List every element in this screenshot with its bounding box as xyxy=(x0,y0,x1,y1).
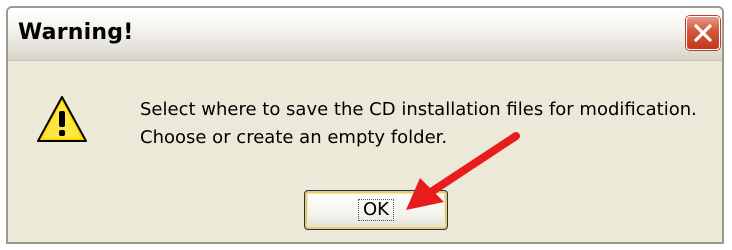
warning-dialog: Warning! Select where to save the CD ins… xyxy=(6,6,724,244)
warning-icon xyxy=(37,96,87,142)
message-line-1: Select where to save the CD installation… xyxy=(140,99,697,120)
dialog-title: Warning! xyxy=(18,20,134,45)
close-icon xyxy=(694,24,712,42)
message-line-2: Choose or create an empty folder. xyxy=(140,127,448,148)
close-button[interactable] xyxy=(686,16,720,50)
dialog-message: Select where to save the CD installation… xyxy=(140,96,697,152)
ok-button-label: OK xyxy=(358,199,394,221)
ok-button[interactable]: OK xyxy=(304,190,448,230)
title-bar[interactable]: Warning! xyxy=(8,8,722,61)
